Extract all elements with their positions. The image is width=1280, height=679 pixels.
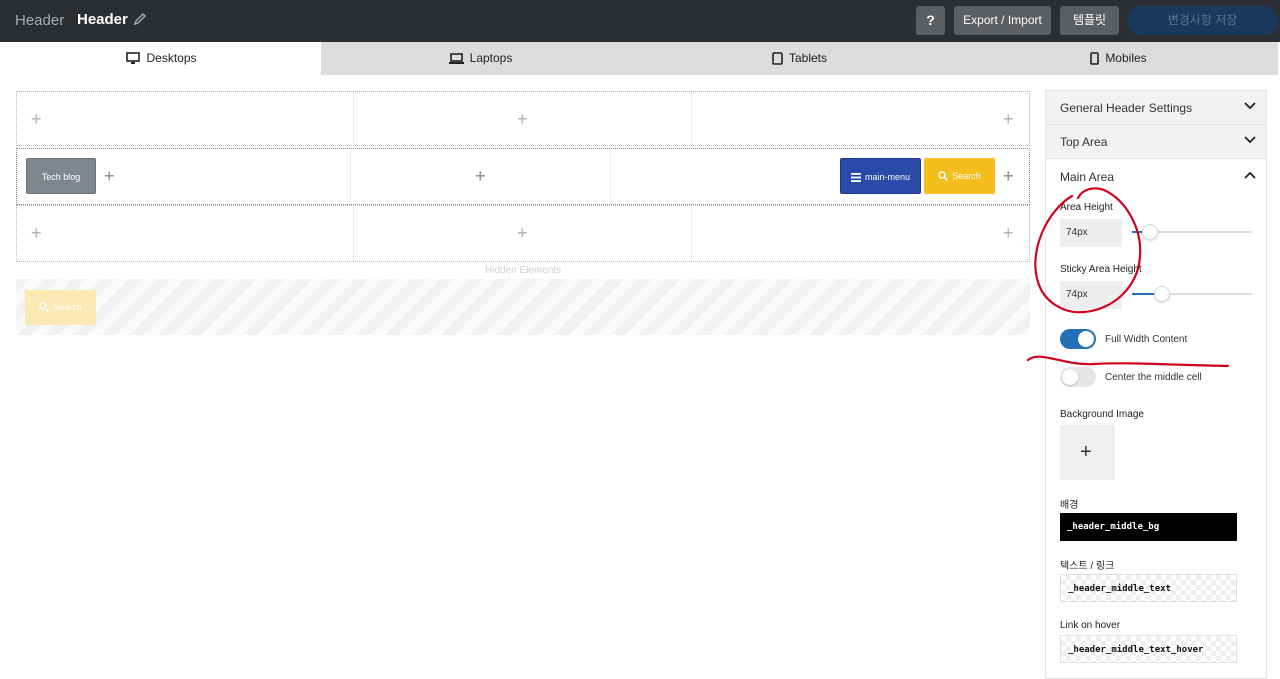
save-changes-button[interactable]: 변경사항 저장 bbox=[1127, 6, 1278, 35]
add-element-icon[interactable]: + bbox=[1003, 224, 1014, 242]
search-icon bbox=[39, 302, 50, 312]
add-element-icon[interactable]: + bbox=[475, 167, 486, 185]
cell-divider bbox=[353, 92, 354, 145]
add-image-icon: + bbox=[1080, 441, 1092, 463]
cell-divider bbox=[353, 206, 354, 261]
area-height-slider-handle[interactable] bbox=[1142, 224, 1158, 240]
background-color-label: 배경 bbox=[1060, 500, 1079, 511]
section-general-header-settings[interactable]: General Header Settings bbox=[1046, 91, 1266, 125]
link-hover-color-label: Link on hover bbox=[1060, 620, 1121, 631]
text-link-color-label: 텍스트 / 링크 bbox=[1060, 561, 1115, 572]
cell-divider bbox=[691, 92, 692, 145]
chevron-down-icon bbox=[1244, 136, 1256, 144]
device-tabs: Desktops Laptops Tablets Mobiles bbox=[2, 42, 1278, 75]
main-menu-element[interactable]: main-menu bbox=[840, 158, 921, 194]
add-element-icon[interactable]: + bbox=[1003, 167, 1014, 185]
laptop-icon bbox=[448, 53, 464, 64]
background-image-label: Background Image bbox=[1060, 409, 1144, 420]
add-element-icon[interactable]: + bbox=[31, 110, 42, 128]
hidden-search-element[interactable]: Search bbox=[25, 290, 96, 325]
page-title: Header bbox=[77, 11, 128, 28]
add-element-icon[interactable]: + bbox=[517, 110, 528, 128]
area-height-input[interactable]: 74px bbox=[1060, 219, 1122, 247]
hidden-search-label: Search bbox=[53, 302, 82, 312]
section-top-area[interactable]: Top Area bbox=[1046, 125, 1266, 159]
background-color-field[interactable]: _header_middle_bg bbox=[1060, 513, 1237, 541]
cell-divider bbox=[691, 206, 692, 261]
section-label: Main Area bbox=[1060, 170, 1115, 184]
tab-mobiles[interactable]: Mobiles bbox=[959, 42, 1278, 75]
center-middle-toggle[interactable] bbox=[1060, 367, 1096, 387]
add-element-icon[interactable]: + bbox=[517, 224, 528, 242]
search-icon bbox=[938, 171, 949, 181]
menu-icon bbox=[850, 173, 861, 182]
sticky-height-slider-handle[interactable] bbox=[1154, 286, 1170, 302]
background-image-picker[interactable]: + bbox=[1060, 425, 1115, 480]
tab-label: Tablets bbox=[788, 51, 828, 65]
section-label: Top Area bbox=[1060, 135, 1108, 149]
add-element-icon[interactable]: + bbox=[104, 167, 115, 185]
sticky-height-label: Sticky Area Height bbox=[1060, 264, 1142, 275]
edit-title-icon[interactable] bbox=[133, 12, 149, 28]
top-bar: Header Header ? Export / Import 템플릿 변경사항… bbox=[0, 0, 1280, 42]
text-link-color-field[interactable]: _header_middle_text bbox=[1060, 574, 1237, 602]
section-main-area[interactable]: Main Area bbox=[1046, 160, 1266, 194]
sticky-height-slider-fill bbox=[1132, 293, 1156, 295]
chevron-up-icon bbox=[1244, 171, 1256, 179]
tab-laptops[interactable]: Laptops bbox=[321, 42, 640, 75]
help-button[interactable]: ? bbox=[916, 6, 945, 35]
cell-divider bbox=[350, 149, 351, 204]
toggle-knob bbox=[1062, 369, 1078, 385]
full-width-toggle[interactable] bbox=[1060, 329, 1096, 349]
link-hover-color-field[interactable]: _header_middle_text_hover bbox=[1060, 635, 1237, 663]
search-label: Search bbox=[952, 171, 981, 181]
add-element-icon[interactable]: + bbox=[31, 224, 42, 242]
add-element-icon[interactable]: + bbox=[1003, 110, 1014, 128]
center-middle-label: Center the middle cell bbox=[1105, 372, 1202, 383]
export-import-button[interactable]: Export / Import bbox=[954, 6, 1051, 35]
tech-blog-element[interactable]: Tech blog bbox=[26, 158, 96, 194]
full-width-label: Full Width Content bbox=[1105, 334, 1188, 345]
area-height-label: Area Height bbox=[1060, 202, 1113, 213]
sticky-height-input[interactable]: 74px bbox=[1060, 281, 1122, 309]
hidden-elements-label: Hidden Elements bbox=[485, 265, 562, 276]
tab-desktops[interactable]: Desktops bbox=[2, 42, 321, 75]
hidden-elements-area bbox=[16, 279, 1030, 335]
tab-label: Desktops bbox=[146, 51, 197, 65]
tab-tablets[interactable]: Tablets bbox=[640, 42, 959, 75]
search-element[interactable]: Search bbox=[924, 158, 995, 194]
tab-label: Mobiles bbox=[1105, 51, 1147, 65]
tablet-icon bbox=[772, 52, 783, 65]
section-label: General Header Settings bbox=[1060, 101, 1193, 115]
template-button[interactable]: 템플릿 bbox=[1060, 6, 1119, 35]
chevron-down-icon bbox=[1244, 102, 1256, 110]
cell-divider bbox=[610, 149, 611, 204]
mobile-icon bbox=[1090, 52, 1100, 65]
desktop-icon bbox=[126, 52, 141, 64]
toggle-knob bbox=[1078, 331, 1094, 347]
tab-label: Laptops bbox=[469, 51, 513, 65]
main-menu-label: main-menu bbox=[864, 172, 911, 182]
breadcrumb[interactable]: Header bbox=[15, 12, 64, 29]
